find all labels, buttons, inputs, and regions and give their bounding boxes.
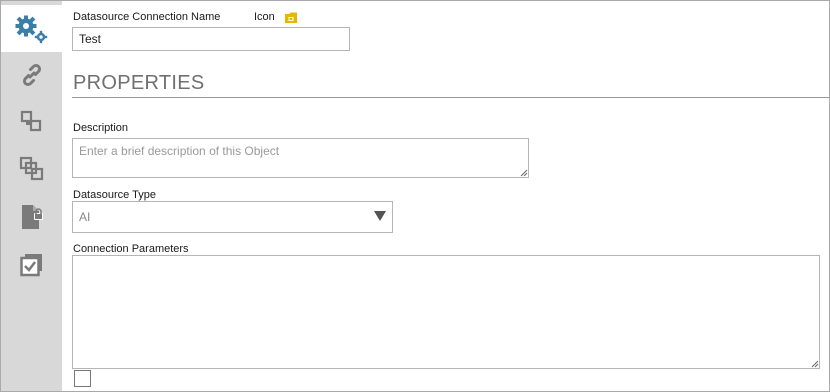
sidebar-item-settings[interactable] xyxy=(1,5,62,52)
duplicate-squares-icon xyxy=(19,156,43,180)
connection-parameters-label: Connection Parameters xyxy=(73,243,189,255)
icon-label: Icon xyxy=(254,11,275,23)
caret-down-icon xyxy=(374,211,386,221)
sidebar-item-checked-box[interactable] xyxy=(1,241,62,288)
link-icon xyxy=(22,63,41,86)
description-label: Description xyxy=(73,122,129,134)
section-divider xyxy=(72,97,829,98)
connection-name-input[interactable] xyxy=(72,27,350,51)
document-lock-icon xyxy=(21,204,43,229)
window-frame: Datasource Connection Name Icon PROPERTI… xyxy=(0,0,830,392)
collapse-squares-icon xyxy=(20,110,41,131)
checked-box-icon xyxy=(19,253,42,276)
resize-grip-icon[interactable] xyxy=(520,169,528,177)
folder-icon[interactable] xyxy=(284,11,298,24)
sidebar-item-link[interactable] xyxy=(1,51,62,98)
datasource-type-label: Datasource Type xyxy=(73,189,156,201)
datasource-type-select[interactable]: AI xyxy=(72,201,393,233)
resize-grip-icon[interactable] xyxy=(811,360,819,368)
sidebar xyxy=(1,1,62,391)
gears-icon xyxy=(15,15,47,43)
connection-name-label: Datasource Connection Name xyxy=(73,11,221,23)
connection-parameters-textarea[interactable] xyxy=(72,255,820,369)
datasource-type-value: AI xyxy=(79,210,91,224)
sidebar-item-duplicate[interactable] xyxy=(1,145,62,192)
properties-section-title: PROPERTIES xyxy=(73,72,205,94)
sidebar-item-document-lock[interactable] xyxy=(1,193,62,240)
description-textarea[interactable] xyxy=(72,138,529,178)
main-panel: Datasource Connection Name Icon PROPERTI… xyxy=(62,1,829,391)
sidebar-item-collapse[interactable] xyxy=(1,97,62,144)
option-checkbox[interactable] xyxy=(74,370,91,387)
